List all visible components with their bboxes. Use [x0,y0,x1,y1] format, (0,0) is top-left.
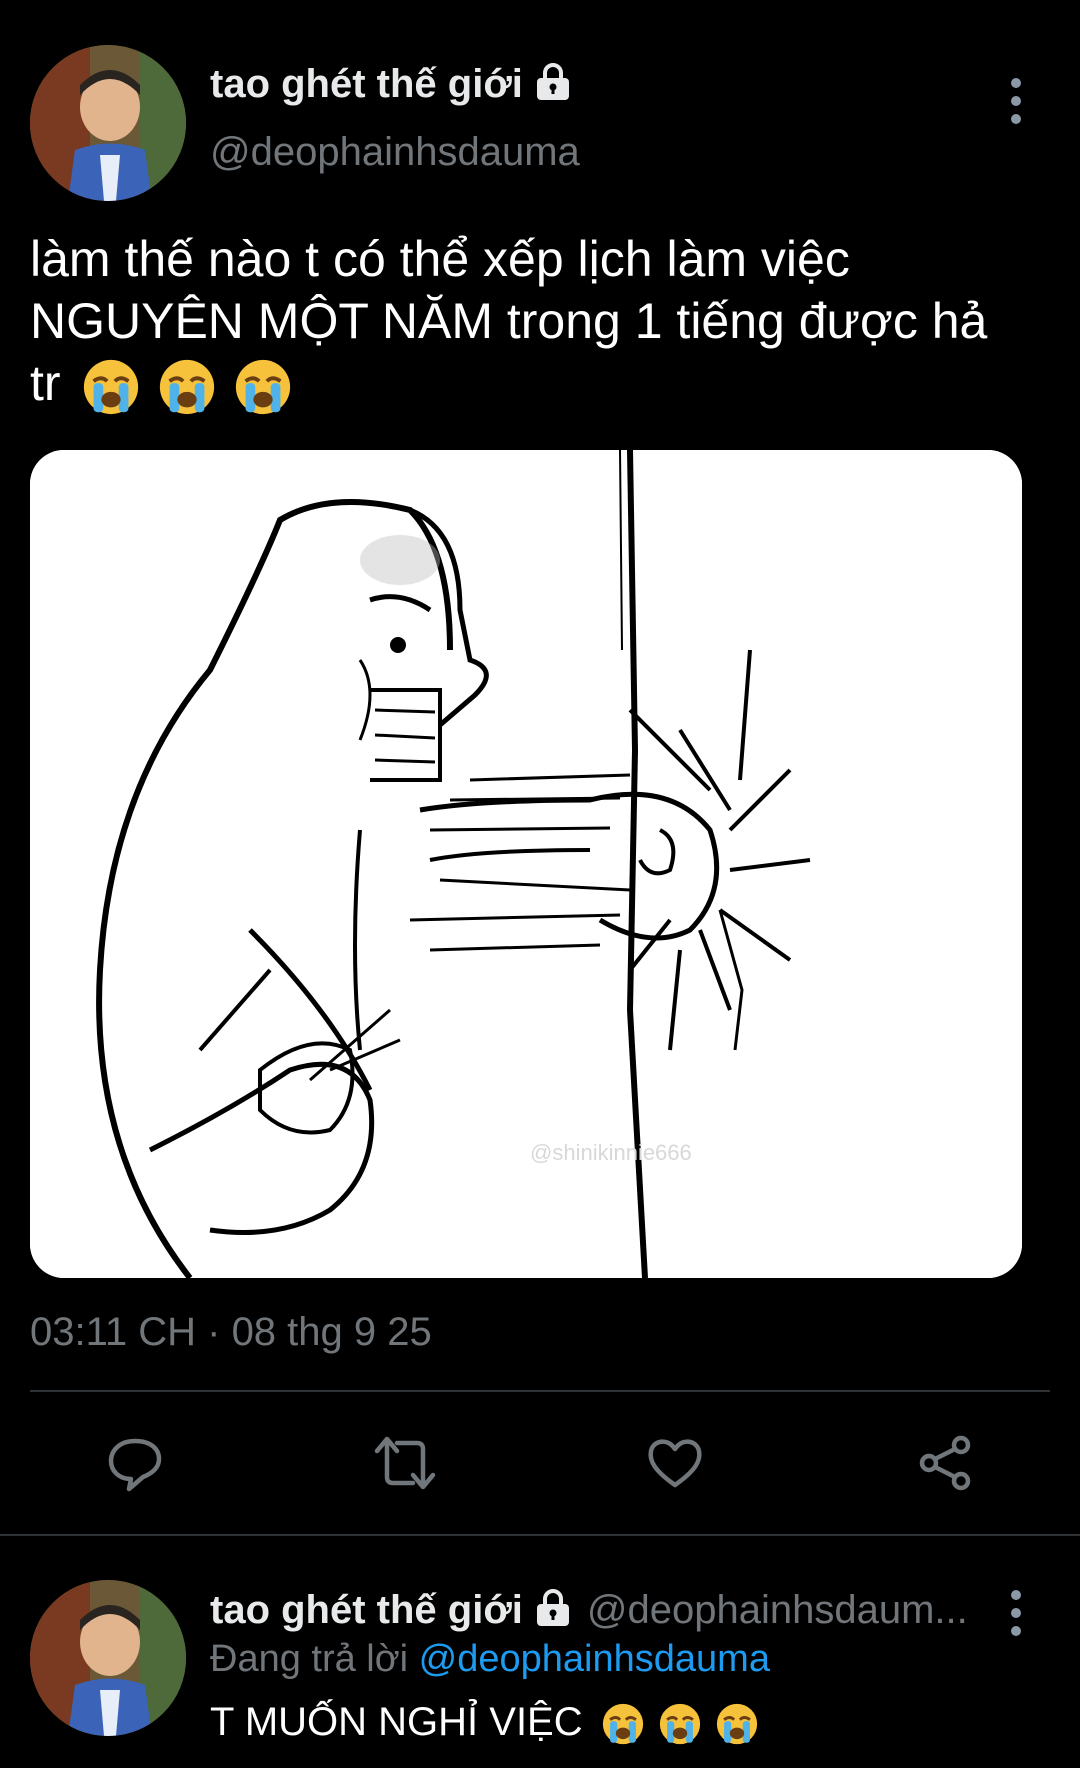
share-icon [919,1435,971,1491]
replying-to-label: Đang trả lời [210,1638,409,1680]
loudly-crying-face-icon [236,359,291,414]
reply-button[interactable] [100,1428,170,1498]
reply-avatar[interactable] [30,1580,186,1736]
reply-display-name[interactable]: tao ghét thế giới [210,1588,523,1633]
reply-icon [108,1438,162,1492]
author-handle[interactable]: @deophainhsdauma [210,130,580,175]
like-button[interactable] [640,1428,710,1498]
share-button[interactable] [910,1428,980,1498]
tweet-text-line-1: làm thế nào t có thể xếp lịch làm việc [30,231,850,287]
tweet-text: làm thế nào t có thể xếp lịch làm việc N… [30,228,1050,418]
image-watermark: @shinikinnie666 [530,1140,692,1165]
divider [0,1534,1080,1536]
tweet-text-line-3: tr [30,352,1050,418]
reply-handle[interactable]: @deophainhsdaum... [587,1588,968,1633]
reply-more-options-icon[interactable] [1010,1590,1022,1636]
avatar[interactable] [30,45,186,201]
loudly-crying-face-icon [160,359,215,414]
loudly-crying-face-icon [716,1704,758,1745]
retweet-icon [374,1436,436,1490]
loudly-crying-face-icon [84,359,139,414]
replying-to: Đang trả lời @deophainhsdauma [210,1638,770,1681]
display-name[interactable]: tao ghét thế giới [210,62,523,107]
lock-icon [533,1588,573,1633]
tweet-timestamp[interactable]: 03:11 CH · 08 thg 9 25 [30,1310,432,1355]
loudly-crying-face-icon [659,1704,700,1745]
more-options-icon[interactable] [1010,78,1022,124]
replying-to-mention[interactable]: @deophainhsdauma [419,1638,770,1680]
tweet-text-line-2: NGUYÊN MỘT NĂM trong 1 tiếng được hả [30,293,988,349]
loudly-crying-face-icon [602,1704,643,1745]
lock-icon [533,62,573,107]
reply-text-content: T MUỐN NGHỈ VIỆC [210,1700,583,1744]
reply-author-row: tao ghét thế giới @deophainhsdaum... [210,1588,968,1633]
tweet-text-line-3-text: tr [30,355,61,411]
author-name-row: tao ghét thế giới [210,62,573,107]
tweet-media-image[interactable]: @shinikinnie666 [30,450,1022,1278]
crying-emoji-group [80,355,294,414]
reply-text: T MUỐN NGHỈ VIỆC [210,1700,760,1747]
like-icon [648,1439,702,1488]
sketch-illustration: @shinikinnie666 [30,450,1022,1278]
divider [30,1390,1050,1392]
retweet-button[interactable] [370,1428,440,1498]
crying-emoji-group [600,1700,760,1745]
